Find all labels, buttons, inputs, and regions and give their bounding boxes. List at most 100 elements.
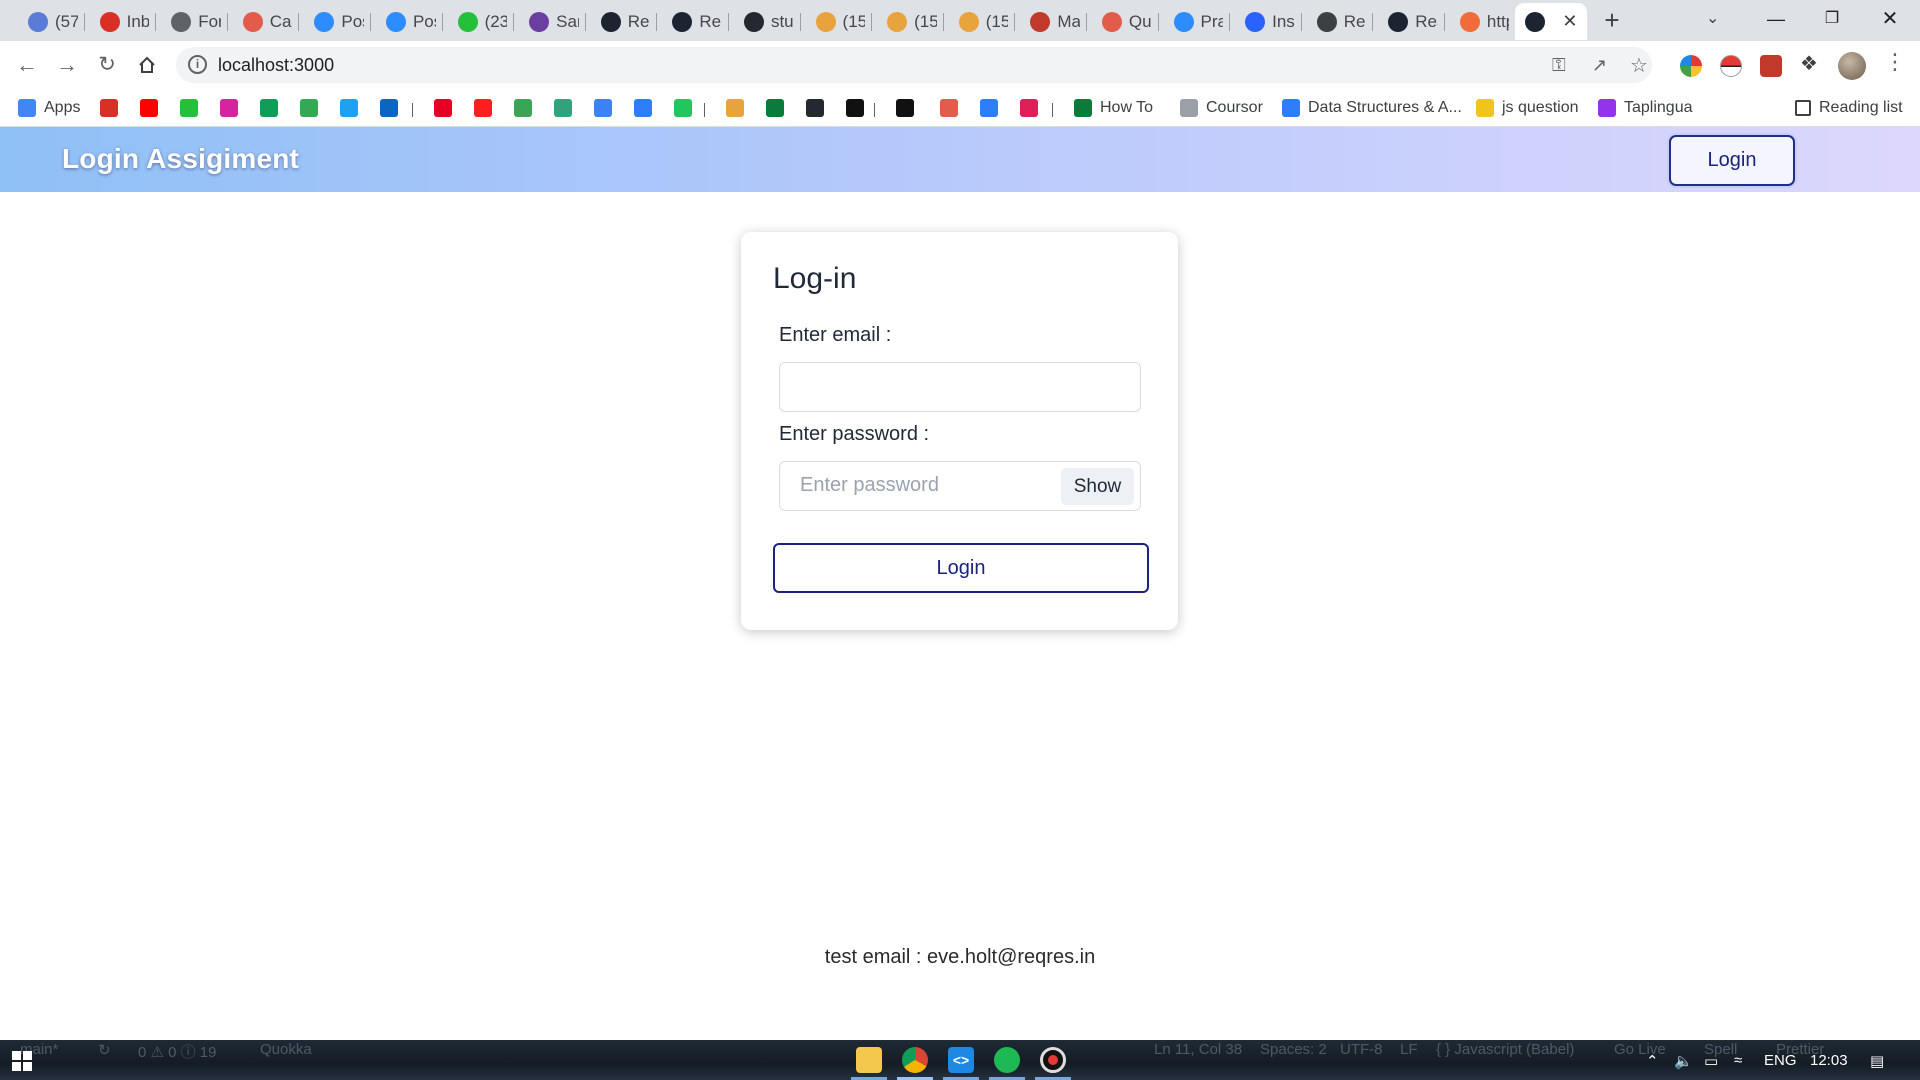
recorder-taskbar-icon[interactable] (1040, 1047, 1066, 1073)
bookmark-star-icon[interactable]: ☆ (1630, 53, 1648, 78)
forward-icon[interactable]: → (51, 49, 83, 81)
bookmark-item[interactable] (220, 96, 246, 120)
pokeball-extension-icon[interactable] (1720, 55, 1742, 77)
browser-tab[interactable]: (23 (441, 3, 514, 40)
browser-tab[interactable]: Rec (1300, 3, 1373, 40)
restore-button[interactable]: ❐ (1812, 4, 1852, 36)
share-icon[interactable]: ↗ (1592, 55, 1607, 76)
active-browser-tab[interactable]: ✕ (1515, 3, 1588, 40)
minimize-button[interactable]: — (1756, 4, 1796, 36)
bookmark-item[interactable]: js question (1476, 96, 1579, 120)
tab-close-icon[interactable]: ✕ (1562, 11, 1577, 32)
bookmark-item[interactable]: Data Structures & A... (1282, 96, 1462, 120)
browser-tab[interactable]: stu (727, 3, 800, 40)
bookmark-item[interactable]: Taplingua (1598, 96, 1693, 120)
reading-list-button[interactable]: Reading list (1795, 96, 1903, 120)
red-extension-icon[interactable] (1760, 55, 1782, 77)
site-info-icon[interactable]: i (188, 55, 207, 74)
bookmark-item[interactable] (634, 96, 660, 120)
puzzle-extensions-icon[interactable]: ❖ (1800, 53, 1822, 75)
bookmark-item[interactable] (674, 96, 700, 120)
volume-icon[interactable]: 🔈 (1674, 1052, 1693, 1070)
battery-icon[interactable]: ▭ (1704, 1052, 1718, 1070)
bookmark-item[interactable] (434, 96, 460, 120)
bookmark-item[interactable] (806, 96, 832, 120)
reload-icon[interactable]: ↻ (91, 49, 123, 81)
browser-tab[interactable]: (15 (942, 3, 1015, 40)
spotify-taskbar-icon[interactable] (994, 1047, 1020, 1073)
browser-tab[interactable]: Rea (656, 3, 728, 40)
reading-list-label: Reading list (1819, 99, 1903, 116)
bookmark-favicon-icon (434, 99, 452, 117)
browser-tab[interactable]: Pos (298, 3, 370, 40)
browser-tab[interactable]: Inb (83, 3, 156, 40)
header-login-button[interactable]: Login (1669, 135, 1795, 186)
browser-tab[interactable]: Pra (1157, 3, 1230, 40)
browser-tab[interactable]: Sar (513, 3, 585, 40)
bookmark-item[interactable] (300, 96, 326, 120)
address-bar[interactable]: i localhost:3000 ⚿ ↗ ☆ (176, 47, 1652, 83)
tab-favicon-icon (529, 11, 550, 32)
window-close-button[interactable]: ✕ (1870, 4, 1910, 36)
browser-tab[interactable]: For (155, 3, 227, 40)
bookmark-item[interactable] (180, 96, 206, 120)
bookmark-item[interactable] (766, 96, 792, 120)
browser-tab[interactable]: (15 (871, 3, 943, 40)
bookmark-item[interactable] (474, 96, 500, 120)
browser-tab[interactable]: Insi (1229, 3, 1301, 40)
browser-tab[interactable]: Cal (226, 3, 299, 40)
back-icon[interactable]: ← (11, 49, 43, 81)
password-input[interactable]: Enter password (800, 474, 939, 497)
show-password-button[interactable]: Show (1061, 468, 1134, 505)
windows-start-icon[interactable] (12, 1051, 32, 1071)
address-text[interactable]: localhost:3000 (218, 55, 334, 76)
bookmark-item[interactable] (554, 96, 580, 120)
bookmark-item[interactable] (980, 96, 1006, 120)
notifications-icon[interactable]: ▤ (1870, 1052, 1884, 1070)
tab-favicon-icon (1245, 11, 1266, 32)
clock[interactable]: 12:03 (1810, 1052, 1848, 1069)
file-explorer-icon[interactable] (856, 1047, 882, 1073)
browser-tab[interactable]: Pos (369, 3, 442, 40)
tray-chevron-icon[interactable]: ⌃ (1646, 1052, 1659, 1070)
browser-tab[interactable]: http (1443, 3, 1516, 40)
bookmark-item[interactable] (340, 96, 366, 120)
bookmark-item[interactable] (594, 96, 620, 120)
bookmark-label: Taplingua (1624, 99, 1693, 116)
wifi-icon[interactable]: ≈ (1734, 1052, 1742, 1069)
login-submit-button[interactable]: Login (773, 543, 1149, 593)
tab-favicon-icon (1388, 11, 1409, 32)
browser-tab[interactable]: Rea (584, 3, 657, 40)
bookmark-item[interactable] (1020, 96, 1046, 120)
bookmark-item[interactable] (846, 96, 872, 120)
browser-menu-icon[interactable]: ⋮ (1884, 49, 1906, 75)
key-icon[interactable]: ⚿ (1552, 55, 1566, 76)
new-tab-button[interactable]: + (1598, 6, 1626, 34)
tab-search-icon[interactable]: ⌄ (1706, 8, 1719, 28)
vscode-taskbar-icon[interactable]: <> (948, 1047, 974, 1073)
browser-tab[interactable]: (57 (12, 3, 84, 40)
language-indicator[interactable]: ENG (1764, 1052, 1797, 1069)
bookmark-item[interactable] (726, 96, 752, 120)
bookmark-label: Apps (44, 99, 81, 116)
chrome-taskbar-icon[interactable] (902, 1047, 928, 1073)
color-picker-extension-icon[interactable] (1680, 55, 1702, 77)
home-icon[interactable] (131, 49, 163, 81)
bookmark-item[interactable] (940, 96, 966, 120)
bookmark-item[interactable] (380, 96, 406, 120)
bookmark-item[interactable]: How To (1074, 96, 1153, 120)
bookmark-item[interactable] (260, 96, 286, 120)
bookmark-item[interactable] (100, 96, 126, 120)
bookmark-item[interactable] (514, 96, 540, 120)
browser-tab[interactable]: Rea (1372, 3, 1444, 40)
bookmark-item[interactable]: Apps (18, 96, 80, 120)
browser-tab[interactable]: Ma (1014, 3, 1086, 40)
browser-tab[interactable]: (15 (799, 3, 872, 40)
bookmark-item[interactable] (140, 96, 166, 120)
bookmark-item[interactable] (896, 96, 922, 120)
bookmark-favicon-icon (1180, 99, 1198, 117)
browser-tab[interactable]: Qu (1085, 3, 1158, 40)
bookmark-item[interactable]: Coursor (1180, 96, 1263, 120)
profile-avatar[interactable] (1838, 52, 1866, 80)
email-input[interactable] (779, 362, 1141, 412)
